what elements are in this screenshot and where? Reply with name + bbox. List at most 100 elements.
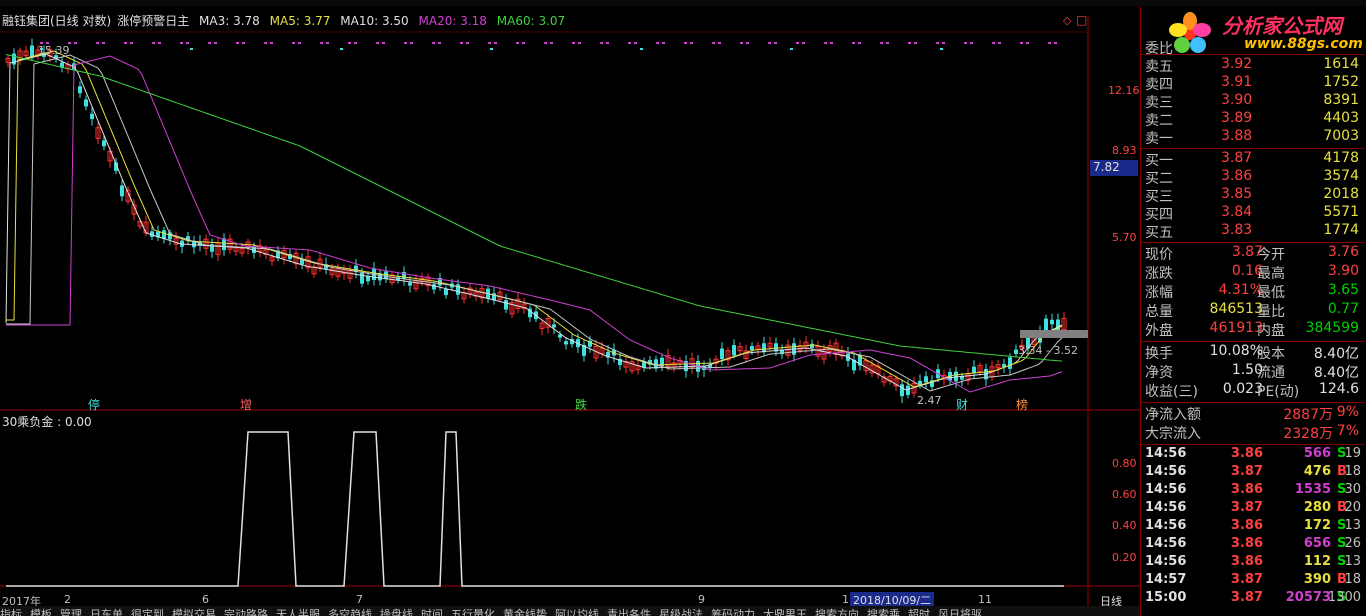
candle-body <box>750 346 754 351</box>
sub-indicator-line <box>6 431 1064 587</box>
flow-value: 2328万 <box>1283 426 1333 442</box>
signal-dot <box>690 42 693 44</box>
bottom-tab[interactable]: 日东单 <box>90 608 123 616</box>
buy-level-label: 买二 <box>1145 171 1173 187</box>
order-book-mid-separator <box>1141 148 1365 149</box>
flow-row: 净流入额 2887万 9% <box>1141 404 1365 423</box>
tick-volume: 172 <box>1303 518 1331 533</box>
ma10-label: MA10: 3.50 <box>340 14 409 28</box>
signal-dot <box>130 42 133 44</box>
close-icon[interactable]: □ <box>1076 13 1087 27</box>
bottom-tab[interactable]: 筹码动力 <box>711 608 755 616</box>
buy-level-row[interactable]: 买二 3.86 3574 <box>1141 168 1365 187</box>
signal-dot <box>796 42 799 44</box>
price-tick-3: 5.70 <box>1112 231 1137 244</box>
range-label: 3.34 - 3.52 <box>1018 344 1078 357</box>
signal-dot <box>190 48 193 50</box>
buy-level-row[interactable]: 买三 3.85 2018 <box>1141 186 1365 205</box>
trade-tick-row: 14:56 3.86 112 S 13 <box>1141 554 1365 572</box>
marker-finance: 财 <box>956 398 969 412</box>
price-tick-2: 8.93 <box>1112 144 1137 157</box>
signal-dot <box>964 42 967 44</box>
buy-level-row[interactable]: 买一 3.87 4178 <box>1141 150 1365 169</box>
signal-dot <box>880 42 883 44</box>
marker-fall: 跌 <box>575 398 588 412</box>
bottom-tab[interactable]: 大鼎男王 <box>763 608 807 616</box>
bottom-tab[interactable]: 指标 <box>0 608 22 616</box>
signal-dot <box>600 42 603 44</box>
trade-tick-row: 14:56 3.86 1535 S 30 <box>1141 482 1365 500</box>
tick-count: 13 <box>1344 554 1361 569</box>
kline-chart-area[interactable]: 融钰集团(日线 对数) 涨停预警日主 MA3: 3.78 MA5: 3.77 MA… <box>0 6 1140 616</box>
bottom-tab[interactable]: 管理 <box>60 608 82 616</box>
candle-body <box>900 384 904 397</box>
signal-dot <box>712 42 715 44</box>
bottom-tab[interactable]: 青出各件 <box>607 608 651 616</box>
tick-time: 14:56 <box>1145 518 1187 533</box>
bottom-tab[interactable]: 五行量化 <box>451 608 495 616</box>
time-label-9: 9 <box>698 593 705 606</box>
bottom-tab[interactable]: 风日将驱 <box>938 608 982 616</box>
quote-label: 最高 <box>1257 266 1285 282</box>
bottom-tab[interactable]: 搜索方向 <box>815 608 859 616</box>
diamond-icon[interactable]: ◇ <box>1063 14 1071 27</box>
sub-tick-1: 0.80 <box>1112 457 1137 470</box>
tick-volume: 390 <box>1303 572 1331 587</box>
buy-level-label: 买五 <box>1145 225 1173 241</box>
bottom-tab[interactable]: 模拟交易 <box>172 608 216 616</box>
bottom-tab[interactable]: 多空趋线 <box>328 608 372 616</box>
quote-row: 涨幅 4.31% 最低 3.65 <box>1141 282 1365 301</box>
bottom-tab[interactable]: 很定到 <box>131 608 164 616</box>
candle-body <box>102 140 106 147</box>
signal-dot <box>628 42 631 44</box>
buy-level-row[interactable]: 买五 3.83 1774 <box>1141 222 1365 241</box>
sell-level-row[interactable]: 卖一 3.88 7003 <box>1141 128 1365 147</box>
tick-count: 20 <box>1344 500 1361 515</box>
sell-level-row[interactable]: 卖四 3.91 1752 <box>1141 74 1365 93</box>
signal-dot <box>96 42 99 44</box>
bottom-tab-bar: 指标 模板 管理 日东单 很定到 模拟交易 完动路路 天人半服 多空趋线 操盘线 时间 五行量化 黄金线… <box>0 606 1140 616</box>
quote-row: 外盘 461913 内盘 384599 <box>1141 320 1365 339</box>
marker-rank: 榜 <box>1016 398 1029 412</box>
tick-time: 14:56 <box>1145 464 1187 479</box>
tick-volume: 566 <box>1303 446 1331 461</box>
price-tick-1: 12.16 <box>1108 84 1140 97</box>
sell-level-row[interactable]: 卖三 3.90 8391 <box>1141 92 1365 111</box>
signal-dot <box>886 42 889 44</box>
stats-row: 换手 10.08% 股本 8.40亿 <box>1141 343 1365 362</box>
site-logo: 分析家公式网 www.88gs.com <box>1160 6 1363 62</box>
buy-level-price: 3.86 <box>1221 168 1253 184</box>
sell-level-row[interactable]: 卖二 3.89 4403 <box>1141 110 1365 129</box>
time-label-7: 7 <box>356 593 363 606</box>
quote-label: 内盘 <box>1257 323 1285 339</box>
quote-label: 总量 <box>1145 304 1173 320</box>
bottom-tab[interactable]: 完动路路 <box>224 608 268 616</box>
buy-level-row[interactable]: 买四 3.84 5571 <box>1141 204 1365 223</box>
bottom-tab[interactable]: 操盘线 <box>380 608 413 616</box>
bottom-tab[interactable]: 天人半服 <box>276 608 320 616</box>
quote-value: 3.90 <box>1327 263 1359 279</box>
tick-volume: 476 <box>1303 464 1331 479</box>
bottom-tab[interactable]: 黄金线势 <box>503 608 547 616</box>
candle-body <box>564 341 568 345</box>
tick-volume: 1535 <box>1294 482 1331 497</box>
quote-label: 现价 <box>1145 247 1173 263</box>
bottom-tab[interactable]: 阿以均线 <box>555 608 599 616</box>
signal-dot <box>1020 42 1023 44</box>
signal-dot <box>236 42 239 44</box>
bottom-tab[interactable]: 超时 <box>908 608 930 616</box>
bottom-tab[interactable]: 搜索乘 <box>867 608 900 616</box>
bottom-tab[interactable]: 时间 <box>421 608 443 616</box>
signal-dot <box>494 42 497 44</box>
bottom-tab[interactable]: 星级战法 <box>659 608 703 616</box>
candle-body <box>762 343 766 353</box>
ma60-label: MA60: 3.07 <box>496 14 566 28</box>
quote-value: 3.76 <box>1327 244 1359 260</box>
tick-count: 26 <box>1344 536 1361 551</box>
bottom-tab[interactable]: 模板 <box>30 608 52 616</box>
signal-dot <box>186 42 189 44</box>
signal-dot <box>488 42 491 44</box>
signal-dot <box>158 42 161 44</box>
candle-body <box>924 376 928 383</box>
signal-dot <box>152 42 155 44</box>
